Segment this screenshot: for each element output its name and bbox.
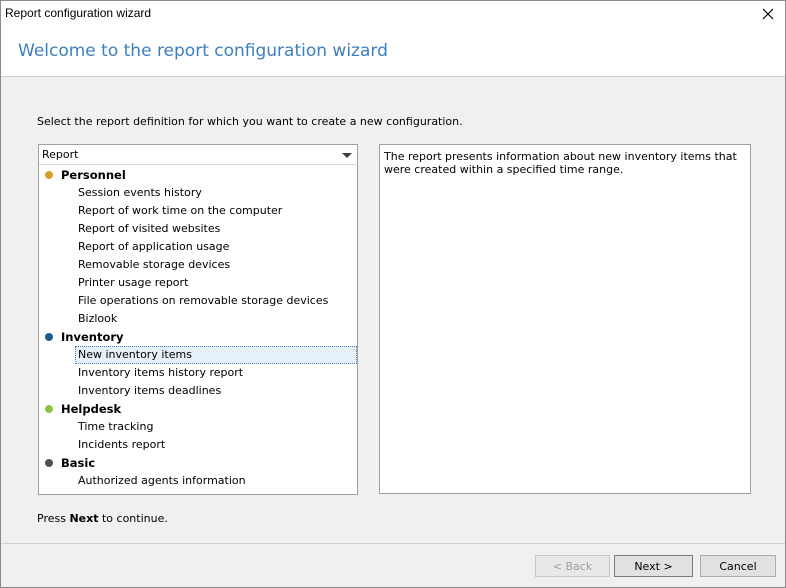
list-item[interactable]: Report of work time on the computer — [75, 202, 357, 220]
continue-hint-suffix: to continue. — [98, 512, 168, 525]
list-item-label: New inventory items — [78, 348, 192, 361]
list-item-label: Report of work time on the computer — [78, 204, 283, 217]
group-header-basic[interactable]: Basic — [39, 454, 357, 472]
cancel-button[interactable]: Cancel — [700, 555, 776, 577]
list-item-label: Report of visited websites — [78, 222, 221, 235]
instruction-text: Select the report definition for which y… — [37, 115, 463, 128]
list-item-label: Printer usage report — [78, 276, 189, 289]
group-label: Personnel — [61, 168, 126, 182]
wizard-window: Report configuration wizard Welcome to t… — [0, 0, 786, 588]
list-item[interactable]: Removable storage devices — [75, 256, 357, 274]
list-item[interactable]: Report of visited websites — [75, 220, 357, 238]
cancel-button-label: Cancel — [719, 559, 757, 573]
list-item[interactable]: Bizlook — [75, 310, 357, 328]
list-item[interactable]: Inventory items deadlines — [75, 382, 357, 400]
list-item-label: Report of application usage — [78, 240, 230, 253]
group-header-personnel[interactable]: Personnel — [39, 166, 357, 184]
window-title: Report configuration wizard — [5, 6, 152, 20]
chevron-down-icon[interactable] — [342, 153, 352, 158]
list-item[interactable]: Time tracking — [75, 418, 357, 436]
report-column-header[interactable]: Report — [39, 145, 357, 165]
list-item[interactable]: Printer usage report — [75, 274, 357, 292]
list-item[interactable]: Authorized agents information — [75, 472, 357, 490]
list-item-label: Removable storage devices — [78, 258, 231, 271]
back-button[interactable]: < Back — [535, 555, 610, 577]
description-panel: The report presents information about ne… — [379, 144, 751, 494]
title-bar: Report configuration wizard — [1, 1, 785, 27]
close-icon — [762, 8, 774, 20]
continue-hint-prefix: Press — [37, 512, 70, 525]
list-item-label: Bizlook — [78, 312, 118, 325]
continue-hint-next: Next — [69, 512, 99, 525]
list-item[interactable]: Incidents report — [75, 436, 357, 454]
list-item[interactable]: Report of application usage — [75, 238, 357, 256]
list-item-label: Session events history — [78, 186, 202, 199]
list-item-label: File operations on removable storage dev… — [78, 294, 329, 307]
group-dot-icon — [45, 333, 53, 341]
list-item-label: Authorized agents information — [78, 474, 246, 487]
group-label: Helpdesk — [61, 402, 122, 416]
wizard-header: Welcome to the report configuration wiza… — [1, 27, 785, 77]
report-list[interactable]: Report Personnel Session events history Re… — [38, 144, 358, 495]
list-item[interactable]: New inventory items — [75, 346, 357, 364]
group-dot-icon — [45, 459, 53, 467]
continue-hint: Press Next to continue. — [37, 512, 168, 525]
back-button-label: < Back — [552, 559, 593, 573]
group-dot-icon — [45, 171, 53, 179]
list-item[interactable]: File operations on removable storage dev… — [75, 292, 357, 310]
list-item[interactable]: Session events history — [75, 184, 357, 202]
next-button-label: Next > — [634, 559, 673, 573]
list-item-label: Inventory items deadlines — [78, 384, 222, 397]
list-item-label: Time tracking — [78, 420, 154, 433]
group-header-helpdesk[interactable]: Helpdesk — [39, 400, 357, 418]
list-item-label: Incidents report — [78, 438, 166, 451]
footer-divider — [1, 543, 785, 544]
group-label: Inventory — [61, 330, 124, 344]
page-title: Welcome to the report configuration wiza… — [18, 41, 388, 61]
next-button[interactable]: Next > — [614, 555, 693, 577]
list-item-label: Inventory items history report — [78, 366, 244, 379]
close-button[interactable] — [751, 1, 785, 27]
group-header-inventory[interactable]: Inventory — [39, 328, 357, 346]
report-column-label: Report — [42, 148, 79, 161]
group-label: Basic — [61, 456, 96, 470]
list-item[interactable]: Inventory items history report — [75, 364, 357, 382]
group-dot-icon — [45, 405, 53, 413]
description-text: The report presents information about ne… — [384, 150, 737, 176]
